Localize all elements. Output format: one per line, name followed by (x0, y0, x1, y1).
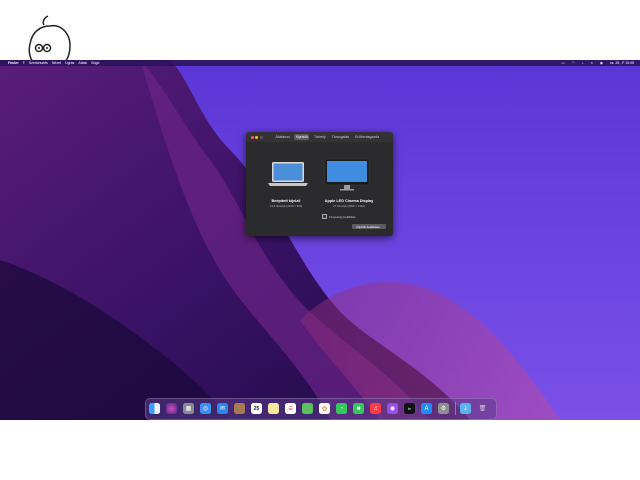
external-display-name: Apple LED Cinema Display (324, 199, 374, 203)
notes-icon[interactable] (268, 403, 279, 414)
close-button[interactable] (250, 135, 254, 139)
builtin-display-size: 13,3 hüvelyk (1440 × 900) (269, 204, 303, 208)
menu-item-go[interactable]: Ugrás (65, 61, 74, 65)
status-area: ▭ ◠ ⌕ ≡ ◉ cs. 25., F 19:05 (557, 60, 634, 66)
wallpaper (0, 60, 640, 420)
calendar-icon[interactable]: 25 (251, 403, 262, 414)
menu-bar: Finder F Szerkesztés Nézet Ugrás Ablak S… (0, 60, 640, 66)
dock: ▦ ◎ ✉ 25 ☰ ✿ ◔ ■ ♫ ◉ tv A ⚙ ⇣ 🗑 (145, 398, 497, 420)
tab-storage[interactable]: Tárhely (312, 134, 327, 140)
menu-item-view[interactable]: Nézet (52, 61, 61, 65)
tab-support[interactable]: Támogatás (330, 134, 351, 140)
builtin-display-name: Beépített kijelző (271, 199, 301, 203)
mail-icon[interactable]: ✉ (217, 403, 228, 414)
menu-item-finder[interactable]: Finder (8, 61, 19, 65)
siri-icon[interactable]: ◉ (600, 61, 603, 65)
facetime-icon[interactable]: ■ (353, 403, 364, 414)
menu-item-window[interactable]: Ablak (78, 61, 87, 65)
laptop-icon (268, 162, 308, 186)
external-display-size: 27 hüvelyk (2560 × 1440) (333, 204, 365, 208)
podcasts-icon[interactable]: ◉ (387, 403, 398, 414)
dock-separator (455, 402, 456, 415)
search-icon[interactable]: ⌕ (582, 61, 584, 65)
safari-icon[interactable]: ◎ (200, 403, 211, 414)
music-icon[interactable]: ♫ (370, 403, 381, 414)
clock-label[interactable]: cs. 25., F 19:05 (610, 61, 634, 65)
siri-icon[interactable] (166, 403, 177, 414)
minimize-button[interactable] (255, 135, 258, 139)
menu-item-help[interactable]: Súgó (91, 61, 99, 65)
desktop-screen: Finder F Szerkesztés Nézet Ugrás Ablak S… (0, 60, 640, 420)
menu-item-edit[interactable]: Szerkesztés (29, 61, 48, 65)
trash-icon[interactable]: 🗑 (477, 403, 488, 414)
battery-icon[interactable]: ▭ (561, 61, 564, 65)
wifi-icon[interactable]: ◠ (572, 61, 575, 65)
display-preferences-button[interactable]: Kijelzők beállításai... (352, 224, 386, 229)
maps-icon[interactable] (302, 403, 313, 414)
tab-displays[interactable]: Kijelzők (294, 134, 310, 140)
brightness-checkbox[interactable] (322, 214, 327, 219)
window-titlebar: Általános Kijelzők Tárhely Támogatás Erő… (246, 132, 393, 142)
about-this-mac-window: Általános Kijelzők Tárhely Támogatás Erő… (246, 132, 393, 236)
messages-icon[interactable]: ◔ (336, 403, 347, 414)
monitor-icon (324, 158, 370, 191)
photos-icon[interactable]: ✿ (319, 403, 330, 414)
builtin-display-info: Beépített kijelző 13,3 hüvelyk (1440 × 9… (254, 199, 318, 208)
brightness-checkbox-row[interactable]: Fényesség beállítása (322, 214, 355, 219)
tab-general[interactable]: Általános (274, 134, 291, 140)
launchpad-icon[interactable]: ▦ (183, 403, 194, 414)
brightness-checkbox-label: Fényesség beállítása (329, 214, 356, 219)
zoom-button[interactable] (259, 135, 263, 139)
settings-icon[interactable]: ⚙ (438, 403, 449, 414)
tv-icon[interactable]: tv (404, 403, 415, 414)
external-display-info: Apple LED Cinema Display 27 hüvelyk (256… (316, 199, 382, 208)
tab-resources[interactable]: Erőforrásgazda (354, 134, 381, 140)
menu-item-file[interactable]: F (23, 61, 25, 65)
control-center-icon[interactable]: ≡ (591, 61, 593, 65)
reminders-icon[interactable]: ☰ (285, 403, 296, 414)
downloads-folder-icon[interactable]: ⇣ (460, 403, 471, 414)
contacts-icon[interactable] (234, 403, 245, 414)
appstore-icon[interactable]: A (421, 403, 432, 414)
finder-icon[interactable] (149, 403, 160, 414)
